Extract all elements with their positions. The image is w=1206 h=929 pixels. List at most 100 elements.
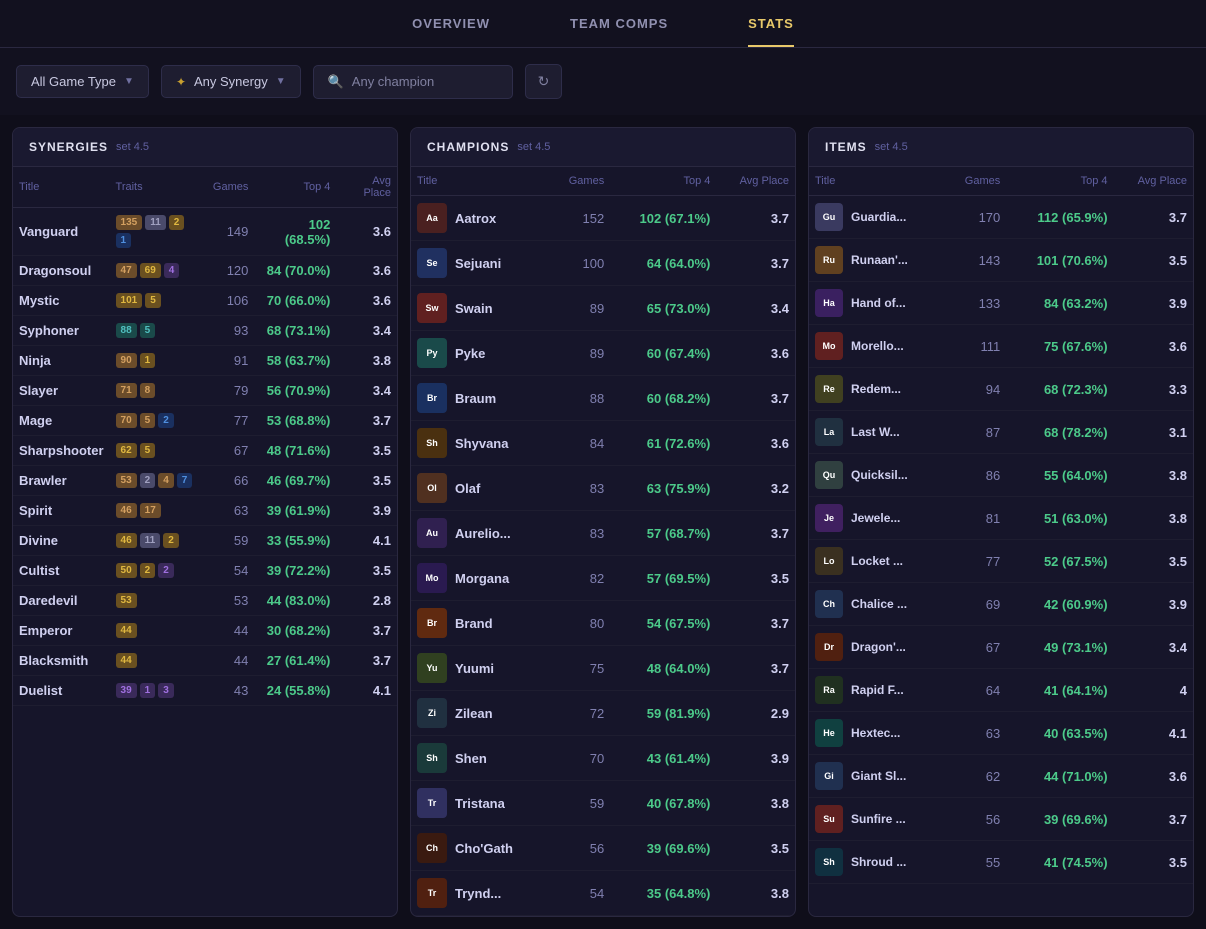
table-row[interactable]: La Last W... 8768 (78.2%)3.1 (809, 411, 1193, 454)
table-row[interactable]: Gu Guardia... 170112 (65.9%)3.7 (809, 196, 1193, 239)
table-row[interactable]: Dragonsoul4769412084 (70.0%)3.6 (13, 256, 397, 286)
traits-cell: 53 (116, 593, 201, 608)
table-row[interactable]: Au Aurelio... 8357 (68.7%)3.7 (411, 511, 795, 556)
champion-name: Morgana (455, 571, 509, 586)
table-row[interactable]: Syphoner8859368 (73.1%)3.4 (13, 316, 397, 346)
table-row[interactable]: Ol Olaf 8363 (75.9%)3.2 (411, 466, 795, 511)
table-row[interactable]: Divine461125933 (55.9%)4.1 (13, 526, 397, 556)
item-col-title: Title (809, 167, 945, 196)
top4-value: 48 (64.0%) (610, 646, 716, 691)
top4-value: 59 (81.9%) (610, 691, 716, 736)
item-icon: Ra (815, 676, 843, 704)
synergies-set: set 4.5 (116, 141, 149, 153)
traits-cell: 4617 (116, 503, 201, 518)
table-row[interactable]: Cultist50225439 (72.2%)3.5 (13, 556, 397, 586)
trait-badge: 62 (116, 443, 137, 458)
table-row[interactable]: Sh Shyvana 8461 (72.6%)3.6 (411, 421, 795, 466)
table-row[interactable]: Mage70527753 (68.8%)3.7 (13, 406, 397, 436)
synergy-filter[interactable]: ✦ Any Synergy ▼ (161, 65, 301, 98)
item-name: Rapid F... (851, 683, 904, 697)
synergies-table: Title Traits Games Top 4 Avg Place Vangu… (13, 167, 397, 706)
table-row[interactable]: Lo Locket ... 7752 (67.5%)3.5 (809, 540, 1193, 583)
top-navigation: OVERVIEW TEAM COMPS STATS (0, 0, 1206, 48)
top4-value: 54 (67.5%) (610, 601, 716, 646)
avg-place-value: 3.5 (716, 826, 795, 871)
synergy-name: Emperor (19, 623, 72, 638)
trait-badge: 44 (116, 653, 137, 668)
table-row[interactable]: Sh Shroud ... 5541 (74.5%)3.5 (809, 841, 1193, 884)
table-row[interactable]: Brawler532476646 (69.7%)3.5 (13, 466, 397, 496)
table-row[interactable]: Zi Zilean 7259 (81.9%)2.9 (411, 691, 795, 736)
table-row[interactable]: Emperor444430 (68.2%)3.7 (13, 616, 397, 646)
table-row[interactable]: Je Jewele... 8151 (63.0%)3.8 (809, 497, 1193, 540)
top4-value: 41 (64.1%) (1006, 669, 1113, 712)
table-row[interactable]: Ch Cho'Gath 5639 (69.6%)3.5 (411, 826, 795, 871)
table-row[interactable]: Br Braum 8860 (68.2%)3.7 (411, 376, 795, 421)
games-count: 64 (945, 669, 1006, 712)
game-type-filter[interactable]: All Game Type ▼ (16, 65, 149, 98)
table-row[interactable]: Qu Quicksil... 8655 (64.0%)3.8 (809, 454, 1193, 497)
nav-tab-overview[interactable]: OVERVIEW (412, 16, 490, 47)
item-icon: Gi (815, 762, 843, 790)
table-row[interactable]: Se Sejuani 10064 (64.0%)3.7 (411, 241, 795, 286)
table-row[interactable]: Sw Swain 8965 (73.0%)3.4 (411, 286, 795, 331)
table-row[interactable]: Slayer7187956 (70.9%)3.4 (13, 376, 397, 406)
item-row-inner: He Hextec... (815, 719, 939, 747)
table-row[interactable]: Sharpshooter6256748 (71.6%)3.5 (13, 436, 397, 466)
synergy-name: Ninja (19, 353, 51, 368)
table-row[interactable]: Blacksmith444427 (61.4%)3.7 (13, 646, 397, 676)
table-row[interactable]: Sh Shen 7043 (61.4%)3.9 (411, 736, 795, 781)
table-row[interactable]: Ch Chalice ... 6942 (60.9%)3.9 (809, 583, 1193, 626)
table-row[interactable]: Ninja9019158 (63.7%)3.8 (13, 346, 397, 376)
syn-col-title: Title (13, 167, 110, 208)
table-row[interactable]: Su Sunfire ... 5639 (69.6%)3.7 (809, 798, 1193, 841)
table-row[interactable]: Py Pyke 8960 (67.4%)3.6 (411, 331, 795, 376)
champion-label: Any champion (352, 74, 434, 89)
games-count: 100 (549, 241, 610, 286)
items-header: ITEMS set 4.5 (809, 128, 1193, 167)
table-row[interactable]: Mystic101510670 (66.0%)3.6 (13, 286, 397, 316)
avg-place-value: 3.7 (1114, 196, 1193, 239)
table-row[interactable]: Dr Dragon'... 6749 (73.1%)3.4 (809, 626, 1193, 669)
table-row[interactable]: Br Brand 8054 (67.5%)3.7 (411, 601, 795, 646)
table-row[interactable]: Mo Morgana 8257 (69.5%)3.5 (411, 556, 795, 601)
champ-row-inner: Sh Shen (417, 743, 543, 773)
table-row[interactable]: He Hextec... 6340 (63.5%)4.1 (809, 712, 1193, 755)
top4-value: 49 (73.1%) (1006, 626, 1113, 669)
table-row[interactable]: Tr Trynd... 5435 (64.8%)3.8 (411, 871, 795, 916)
items-panel: ITEMS set 4.5 Title Games Top 4 Avg Plac… (808, 127, 1194, 917)
games-count: 67 (945, 626, 1006, 669)
trait-badge: 44 (116, 623, 137, 638)
table-row[interactable]: Spirit46176339 (61.9%)3.9 (13, 496, 397, 526)
table-row[interactable]: Tr Tristana 5940 (67.8%)3.8 (411, 781, 795, 826)
champion-name: Aurelio... (455, 526, 511, 541)
item-name: Shroud ... (851, 855, 906, 869)
table-row[interactable]: Vanguard1351121149102 (68.5%)3.6 (13, 208, 397, 256)
table-row[interactable]: Gi Giant Sl... 6244 (71.0%)3.6 (809, 755, 1193, 798)
champion-avatar: Ol (417, 473, 447, 503)
champ-row-inner: Tr Tristana (417, 788, 543, 818)
table-row[interactable]: Daredevil535344 (83.0%)2.8 (13, 586, 397, 616)
synergy-name: Duelist (19, 683, 62, 698)
synergy-label: Any Synergy (194, 74, 268, 89)
synergy-name: Dragonsoul (19, 263, 91, 278)
trait-badge: 7 (177, 473, 193, 488)
table-row[interactable]: Duelist39134324 (55.8%)4.1 (13, 676, 397, 706)
table-row[interactable]: Ra Rapid F... 6441 (64.1%)4 (809, 669, 1193, 712)
table-row[interactable]: Yu Yuumi 7548 (64.0%)3.7 (411, 646, 795, 691)
table-row[interactable]: Re Redem... 9468 (72.3%)3.3 (809, 368, 1193, 411)
table-row[interactable]: Ha Hand of... 13384 (63.2%)3.9 (809, 282, 1193, 325)
item-icon: Je (815, 504, 843, 532)
champion-filter[interactable]: 🔍 Any champion (313, 65, 513, 99)
table-row[interactable]: Aa Aatrox 152102 (67.1%)3.7 (411, 196, 795, 241)
games-count: 72 (549, 691, 610, 736)
table-row[interactable]: Ru Runaan'... 143101 (70.6%)3.5 (809, 239, 1193, 282)
top4-value: 57 (68.7%) (610, 511, 716, 556)
table-row[interactable]: Mo Morello... 11175 (67.6%)3.6 (809, 325, 1193, 368)
refresh-button[interactable]: ↻ (525, 64, 563, 99)
champ-row-inner: Se Sejuani (417, 248, 543, 278)
nav-tab-stats[interactable]: STATS (748, 16, 794, 47)
avg-place-value: 3.3 (1114, 368, 1193, 411)
champion-avatar: Yu (417, 653, 447, 683)
nav-tab-team-comps[interactable]: TEAM COMPS (570, 16, 668, 47)
